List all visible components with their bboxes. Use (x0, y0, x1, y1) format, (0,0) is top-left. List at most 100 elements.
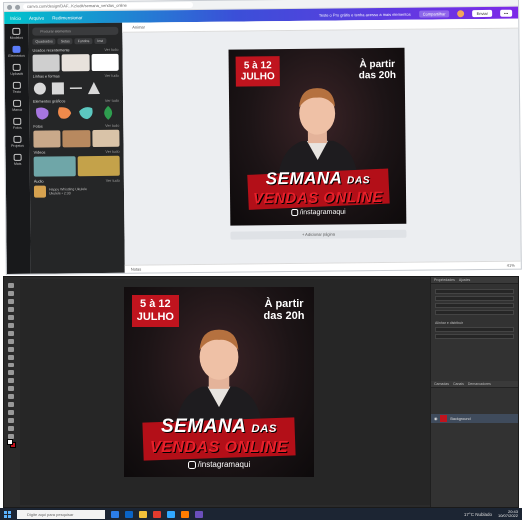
avatar[interactable] (457, 9, 465, 17)
height-field[interactable] (435, 296, 514, 301)
clock[interactable]: 20:43 10/07/2022 (498, 509, 518, 519)
photo-thumbnail[interactable] (92, 129, 120, 148)
chip[interactable]: Inst (94, 37, 107, 45)
share-platform-button[interactable]: Compartilhar (418, 9, 450, 18)
square-shape-icon[interactable] (51, 81, 65, 95)
photo-thumbnail[interactable] (62, 130, 91, 148)
type-tool-icon[interactable] (8, 402, 14, 408)
rail-item-projects[interactable]: Projetos (11, 135, 24, 148)
thumbnail[interactable] (61, 54, 90, 72)
rail-item-more[interactable]: Mais (13, 153, 22, 166)
tab-adjustments[interactable]: Ajustes (459, 277, 470, 283)
file-explorer-icon[interactable] (139, 510, 147, 518)
distribute-buttons[interactable] (435, 334, 514, 339)
weather-widget[interactable]: 17°C Nublado (464, 512, 492, 517)
ps-document[interactable]: 5 à 12 JULHO À partir das 20h SEMANA DAS… (124, 287, 314, 477)
chip[interactable]: Setas (57, 38, 73, 45)
pen-tool-icon[interactable] (8, 394, 14, 400)
rail-item-text[interactable]: Texto (13, 81, 21, 94)
blur-tool-icon[interactable] (8, 378, 14, 384)
eyedropper-tool-icon[interactable] (8, 322, 14, 328)
blob-graphic-icon[interactable] (33, 106, 51, 122)
leaf-graphic-icon[interactable] (99, 105, 117, 121)
photoshop-icon[interactable] (167, 510, 175, 518)
notes-button[interactable]: Notas (131, 267, 142, 272)
more-button[interactable]: ••• (499, 9, 513, 17)
marquee-tool-icon[interactable] (8, 290, 14, 296)
rail-item-uploads[interactable]: Uploads (10, 63, 23, 76)
app-icon[interactable] (195, 510, 203, 518)
section-header: Áudio Ver tudo (33, 178, 120, 184)
dodge-tool-icon[interactable] (8, 386, 14, 392)
add-page-button[interactable]: + Adicionar página (230, 229, 407, 240)
eye-icon[interactable]: ◉ (434, 416, 437, 421)
width-field[interactable] (435, 289, 514, 294)
share-button[interactable]: Enviar (472, 9, 492, 17)
hand-tool-icon[interactable] (8, 426, 14, 432)
windows-start-icon[interactable] (4, 510, 11, 518)
task-view-icon[interactable] (111, 510, 119, 518)
line-shape-icon[interactable] (69, 81, 83, 95)
back-icon[interactable] (7, 4, 13, 10)
video-thumbnail[interactable] (77, 155, 120, 177)
chrome-icon[interactable] (153, 510, 161, 518)
see-all-link[interactable]: Ver tudo (104, 48, 118, 52)
home-link[interactable]: Início (10, 15, 21, 20)
address-bar[interactable]: canva.com/design/DAF...Kz/edit/semana_ve… (23, 2, 194, 10)
tab-channels[interactable]: Canais (453, 381, 464, 387)
rail-item-photos[interactable]: Fotos (13, 117, 22, 130)
stamp-tool-icon[interactable] (8, 346, 14, 352)
zoom-level[interactable]: 41% (507, 263, 515, 268)
rail-item-elements[interactable]: Elementos (8, 45, 25, 58)
select-tool-icon[interactable] (8, 306, 14, 312)
file-menu[interactable]: Arquivo (29, 15, 44, 20)
illustrator-icon[interactable] (181, 510, 189, 518)
layer-row[interactable]: ◉ Background (431, 414, 518, 423)
thumbnail[interactable] (32, 54, 61, 72)
see-all-link[interactable]: Ver tudo (105, 150, 119, 154)
move-tool-icon[interactable] (8, 283, 14, 288)
edge-icon[interactable] (125, 510, 133, 518)
see-all-link[interactable]: Ver tudo (105, 124, 119, 128)
color-swatches[interactable] (7, 439, 16, 448)
photo-thumbnail[interactable] (33, 130, 61, 148)
blob-graphic-icon[interactable] (55, 105, 73, 121)
tab-paths[interactable]: Demarcadores (468, 381, 491, 387)
lasso-tool-icon[interactable] (8, 298, 14, 304)
blob-graphic-icon[interactable] (77, 105, 95, 121)
elements-search-input[interactable]: Procurar elementos (32, 26, 119, 36)
align-buttons[interactable] (435, 327, 514, 332)
resolution-field[interactable] (435, 303, 514, 308)
eraser-tool-icon[interactable] (8, 362, 14, 368)
chip[interactable]: Quadrados (32, 38, 56, 45)
circle-shape-icon[interactable] (33, 82, 47, 96)
tab-properties[interactable]: Propriedades (434, 277, 455, 283)
brush-tool-icon[interactable] (8, 338, 14, 344)
shape-tool-icon[interactable] (8, 418, 14, 424)
triangle-shape-icon[interactable] (87, 81, 101, 95)
history-brush-icon[interactable] (8, 354, 14, 360)
mode-field[interactable] (435, 310, 514, 315)
rail-item-brand[interactable]: Marca (12, 99, 22, 112)
gradient-tool-icon[interactable] (8, 370, 14, 376)
audio-item[interactable]: Happy Whistling Ukulele Ukulele • 2:30 (33, 185, 120, 198)
path-select-icon[interactable] (8, 410, 14, 416)
healing-tool-icon[interactable] (8, 330, 14, 336)
chip[interactable]: Fundos (74, 38, 93, 45)
crop-tool-icon[interactable] (8, 314, 14, 320)
elements-panel: Procurar elementos Quadrados Setas Fundo… (28, 22, 125, 274)
see-all-link[interactable]: Ver tudo (105, 99, 119, 103)
rail-item-templates[interactable]: Modelos (10, 27, 23, 40)
taskbar-search-input[interactable]: Digite aqui para pesquisar (17, 509, 105, 519)
tab-layers[interactable]: Camadas (434, 381, 449, 387)
screenshot-frame: canva.com/design/DAF...Kz/edit/semana_ve… (0, 0, 522, 520)
resize-button[interactable]: Redimensionar (52, 15, 82, 20)
video-thumbnail[interactable] (33, 156, 76, 177)
thumbnail[interactable] (91, 53, 119, 72)
design-page[interactable]: 5 à 12 JULHO À partir das 20h SEMANA DAS… (228, 47, 407, 226)
see-all-link[interactable]: Ver tudo (105, 74, 119, 78)
foreground-color[interactable] (7, 439, 13, 445)
forward-icon[interactable] (15, 4, 21, 10)
see-all-link[interactable]: Ver tudo (106, 179, 120, 183)
side-rail: Modelos Elementos Uploads Texto Marca Fo… (4, 23, 31, 274)
